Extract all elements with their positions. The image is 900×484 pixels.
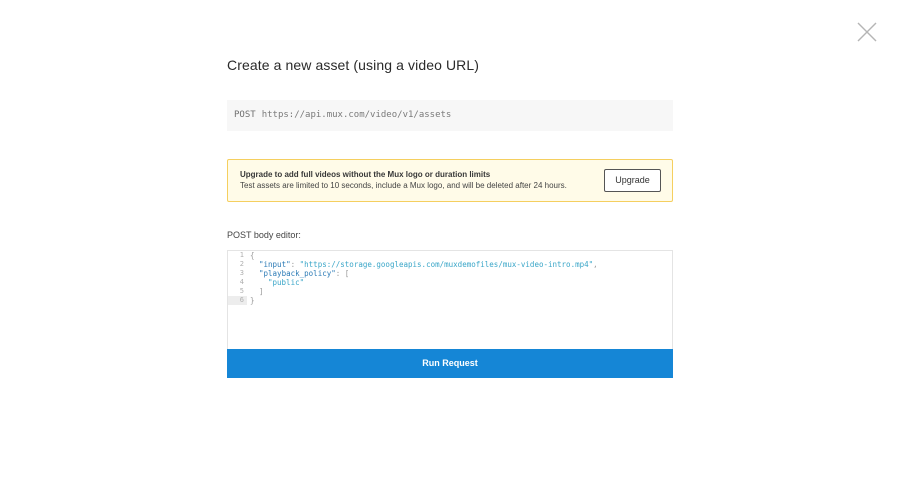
editor-gutter: 1 2 3 4 5 6: [228, 251, 247, 349]
line-number: 2: [239, 260, 244, 268]
upgrade-notice: Upgrade to add full videos without the M…: [227, 159, 673, 202]
code-line: "playback_policy": [: [259, 269, 350, 278]
line-number: 1: [239, 251, 244, 259]
endpoint-method: POST: [234, 110, 256, 120]
line-number: 3: [239, 269, 244, 277]
line-number: 6: [239, 296, 244, 304]
line-number: 4: [239, 278, 244, 286]
endpoint-url: https://api.mux.com/video/v1/assets: [261, 110, 452, 120]
editor-label: POST body editor:: [227, 230, 301, 240]
notice-body: Test assets are limited to 10 seconds, i…: [240, 181, 567, 190]
active-line-highlight: [228, 296, 247, 305]
code-line: "public": [268, 278, 305, 287]
code-line: {: [250, 251, 255, 260]
create-asset-dialog: Create a new asset (using a video URL) P…: [0, 0, 900, 484]
close-icon: [857, 22, 877, 42]
close-button[interactable]: [857, 22, 877, 42]
post-body-editor[interactable]: 1 2 3 4 5 6 { "input": "https://storage.…: [227, 250, 673, 350]
upgrade-button[interactable]: Upgrade: [604, 169, 661, 192]
code-line: }: [250, 296, 255, 305]
run-request-button[interactable]: Run Request: [227, 349, 673, 378]
code-line: "input": "https://storage.googleapis.com…: [259, 260, 598, 269]
code-line: ]: [259, 287, 264, 296]
dialog-title: Create a new asset (using a video URL): [227, 57, 480, 73]
notice-title: Upgrade to add full videos without the M…: [240, 170, 491, 179]
line-number: 5: [239, 287, 244, 295]
endpoint-box: POST https://api.mux.com/video/v1/assets: [227, 100, 673, 131]
